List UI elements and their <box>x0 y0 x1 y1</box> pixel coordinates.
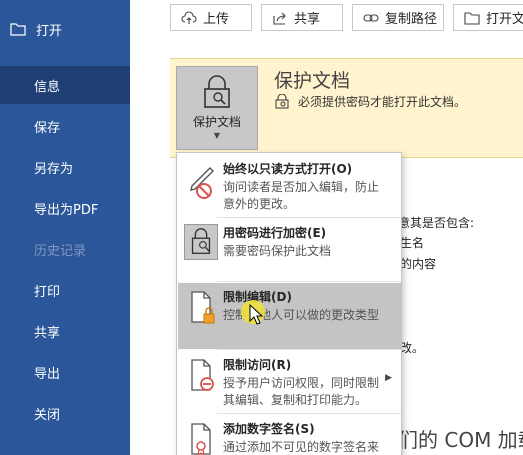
menu-item-title: 限制访问(R) <box>223 358 292 372</box>
menu-item-title: 用密码进行加密(E) <box>223 226 327 240</box>
menu-separator <box>217 217 401 218</box>
menu-separator <box>217 413 401 414</box>
protect-description-text: 必须提供密码才能打开此文档。 <box>298 95 467 109</box>
menu-item-desc: 需要密码保护此文档 <box>223 244 332 258</box>
sidebar-item-info[interactable]: 信息 <box>0 66 130 104</box>
com-addins-heading: 们的 COM 加载 <box>398 428 523 452</box>
menu-item-read-only[interactable]: 始终以只读方式打开(O) 询问读者是否加入编辑，防止意外的更改。 <box>178 155 402 217</box>
backstage-sidebar: 打开 信息 保存 另存为 导出为PDF 历史记录 打印 共享 导出 关闭 <box>0 0 130 455</box>
menu-item-desc: 通过添加不可见的数字签名来 <box>223 440 380 454</box>
upload-button[interactable]: 上传 <box>170 4 252 31</box>
copy-path-button[interactable]: 复制路径 <box>352 4 444 31</box>
protect-button-label: 保护文档 <box>192 115 241 129</box>
sidebar-item-save-as[interactable]: 另存为 <box>0 148 130 186</box>
menu-item-restrict-editing[interactable]: 限制编辑(D) 控制其他人可以做的更改类型 <box>178 283 402 349</box>
sidebar-item-label: 另存为 <box>34 161 74 177</box>
protect-document-button[interactable]: 保护文档 ▼ <box>176 66 258 150</box>
document-ribbon-icon <box>191 423 211 455</box>
menu-item-title: 添加数字签名(S) <box>223 422 315 436</box>
info-text-4: 改。 <box>400 341 425 355</box>
info-text-2: 生名 <box>400 236 425 250</box>
share-button[interactable]: 共享 <box>261 4 343 31</box>
document-no-icon <box>191 359 214 391</box>
sidebar-item-label: 信息 <box>34 79 61 95</box>
share-label: 共享 <box>294 12 321 27</box>
folder-open-icon <box>10 22 26 36</box>
menu-item-title: 始终以只读方式打开(O) <box>223 162 353 176</box>
link-icon <box>363 13 379 22</box>
open-location-button[interactable]: 打开文 <box>453 4 523 31</box>
sidebar-item-export-pdf[interactable]: 导出为PDF <box>0 189 130 227</box>
folder-icon <box>464 11 480 25</box>
lock-search-icon <box>204 75 230 108</box>
protect-title: 保护文档 <box>274 70 351 92</box>
open-location-label: 打开文 <box>486 12 523 27</box>
document-lock-icon <box>191 291 215 324</box>
menu-item-desc: 授予用户访问权限，同时限制其编辑、复制和打印能力。 <box>223 376 380 407</box>
sidebar-item-print[interactable]: 打印 <box>0 271 130 309</box>
chevron-down-icon: ▼ <box>213 131 221 140</box>
sidebar-item-export[interactable]: 导出 <box>0 353 130 391</box>
upload-label: 上传 <box>203 12 230 27</box>
chevron-right-icon: ▶ <box>385 373 392 383</box>
protect-description: 必须提供密码才能打开此文档。 <box>274 93 466 110</box>
sidebar-item-history: 历史记录 <box>0 230 130 268</box>
lock-search-small-icon <box>275 94 289 109</box>
sidebar-item-label: 打印 <box>34 284 61 300</box>
menu-item-desc: 询问读者是否加入编辑，防止意外的更改。 <box>223 180 380 211</box>
sidebar-item-share[interactable]: 共享 <box>0 312 130 350</box>
sidebar-open-label: 打开 <box>36 23 63 39</box>
menu-item-encrypt-password[interactable]: 用密码进行加密(E) 需要密码保护此文档 <box>178 219 402 281</box>
sidebar-item-label: 保存 <box>34 120 61 136</box>
pencil-no-icon <box>190 167 214 199</box>
mouse-cursor-icon <box>249 304 263 325</box>
share-icon <box>273 12 286 25</box>
sidebar-item-label: 历史记录 <box>34 243 87 259</box>
info-text-3: 的内容 <box>400 257 437 271</box>
sidebar-open[interactable]: 打开 <box>10 18 62 40</box>
menu-item-digital-signature[interactable]: 添加数字签名(S) 通过添加不可见的数字签名来 <box>178 415 402 455</box>
sidebar-item-close[interactable]: 关闭 <box>0 394 130 432</box>
protect-document-menu: 始终以只读方式打开(O) 询问读者是否加入编辑，防止意外的更改。 用密码进行加密… <box>176 152 402 455</box>
sidebar-item-save[interactable]: 保存 <box>0 107 130 145</box>
menu-separator <box>217 281 401 282</box>
info-text-1: 意其是否包含: <box>398 216 475 230</box>
sidebar-item-label: 关闭 <box>34 407 61 423</box>
menu-separator <box>217 349 401 350</box>
menu-item-restrict-access[interactable]: 限制访问(R) 授予用户访问权限，同时限制其编辑、复制和打印能力。 ▶ <box>178 351 402 413</box>
sidebar-item-label: 导出为PDF <box>34 202 99 218</box>
sidebar-item-label: 导出 <box>34 366 61 382</box>
upload-icon <box>181 10 197 24</box>
sidebar-item-label: 共享 <box>34 325 61 341</box>
lock-search-icon <box>184 224 218 260</box>
copy-path-label: 复制路径 <box>385 12 438 27</box>
